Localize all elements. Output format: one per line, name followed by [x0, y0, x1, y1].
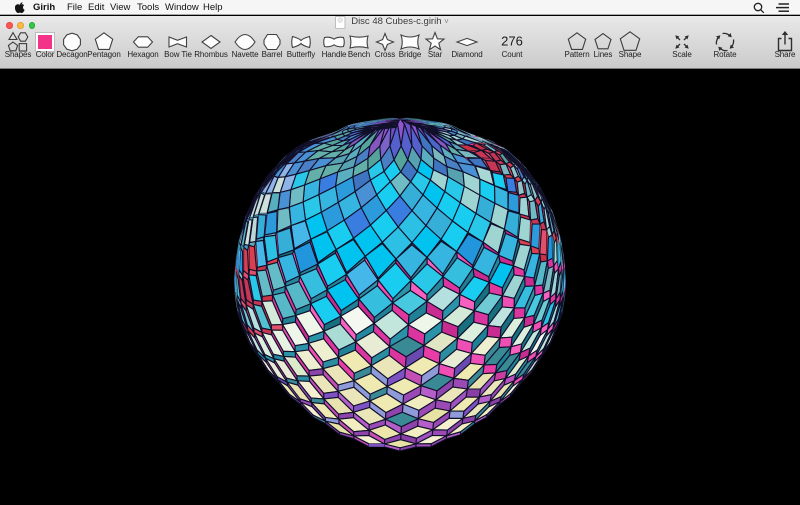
svg-text:276: 276 [501, 33, 523, 48]
